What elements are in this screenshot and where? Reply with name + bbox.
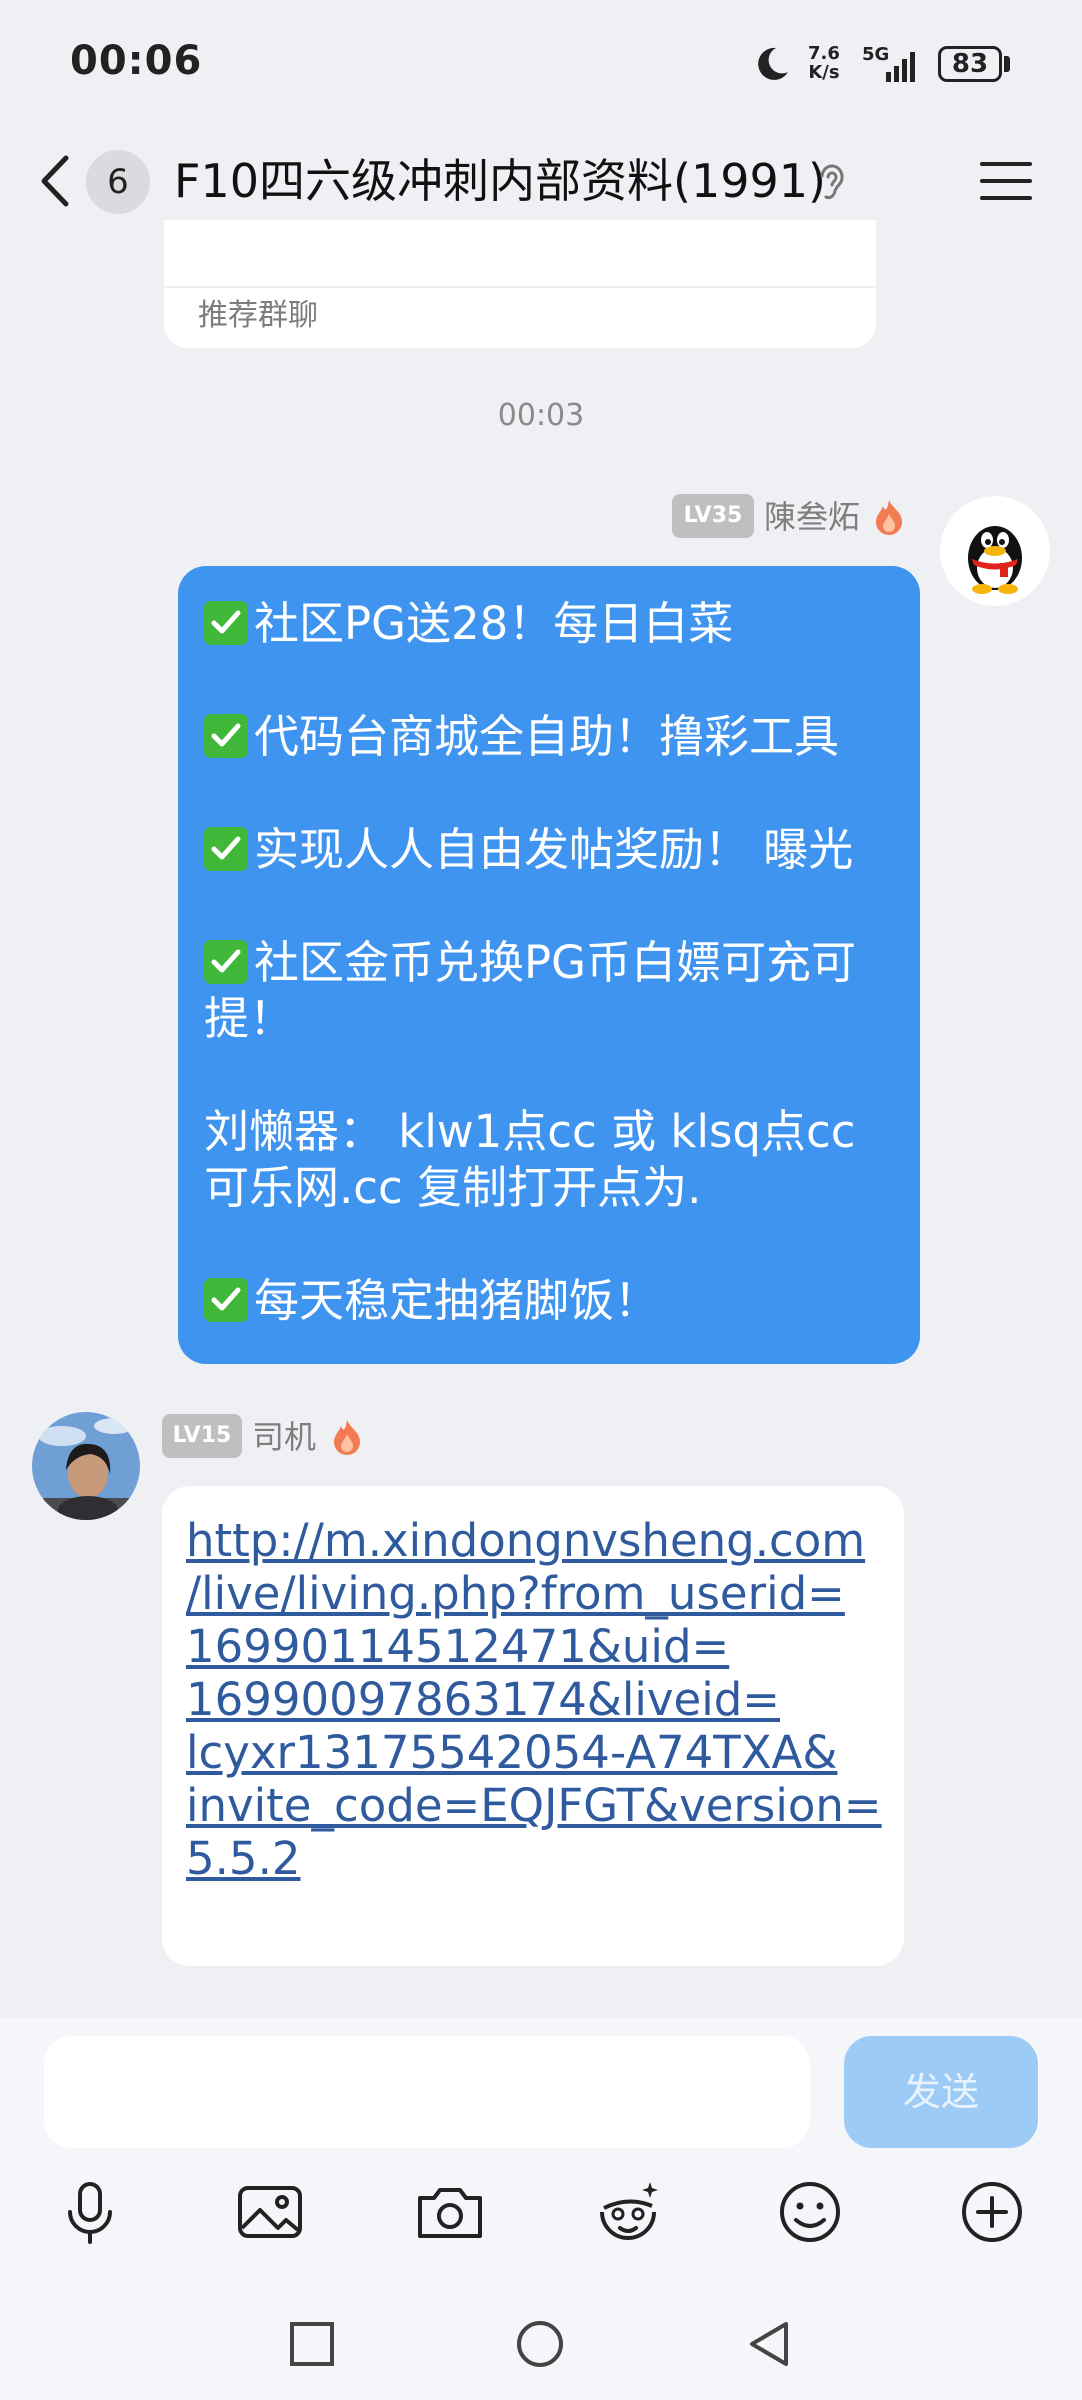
message-line: 可乐网.cc 复制打开点为. — [204, 1161, 702, 1214]
message-line: 刘懒器： klw1点cc 或 klsq点cc — [204, 1105, 856, 1158]
microphone-icon[interactable] — [54, 2176, 126, 2248]
message-text: 实现人人自由发帖奖励！ 曝光 — [254, 823, 854, 876]
level-badge: LV35 — [672, 494, 754, 538]
net-speed-value: 7.6 — [808, 43, 840, 64]
link-line[interactable]: 16990114512471&uid= — [186, 1620, 882, 1673]
message-line: 社区金币兑换PG币白嫖可充可 — [204, 935, 896, 991]
avatar[interactable] — [32, 1412, 140, 1520]
home-icon[interactable] — [512, 2316, 568, 2372]
sender-name[interactable]: 司机 — [252, 1416, 316, 1458]
status-time: 00:06 — [70, 38, 203, 84]
network-speed: 7.6 K/s — [808, 44, 840, 82]
fire-icon — [876, 500, 902, 535]
net-speed-unit: K/s — [808, 62, 840, 83]
link-line[interactable]: /live/living.php?from_userid= — [186, 1567, 882, 1620]
message-input[interactable] — [44, 2036, 810, 2148]
profile-photo — [32, 1412, 140, 1520]
link-line[interactable]: invite_code=EQJFGT&version= — [186, 1779, 882, 1832]
link-line[interactable]: 5.5.2 — [186, 1832, 882, 1885]
check-mark-icon — [204, 601, 248, 645]
unread-count-badge[interactable]: 6 — [86, 150, 150, 214]
chat-title[interactable]: F10四六级冲刺内部资料(1991) — [174, 150, 826, 212]
menu-icon[interactable] — [978, 158, 1034, 204]
link-line[interactable]: http://m.xindongnvsheng.com — [186, 1514, 882, 1567]
fire-icon — [334, 1420, 360, 1455]
back-nav-icon[interactable] — [742, 2316, 798, 2372]
ear-icon[interactable] — [812, 160, 852, 204]
message-text: 代码台商城全自助！撸彩工具 — [254, 710, 840, 763]
moon-icon — [758, 47, 788, 80]
recommended-group-label: 推荐群聊 — [198, 298, 318, 333]
link-line[interactable]: lcyxr13175542054-A74TXA& — [186, 1726, 882, 1779]
check-mark-icon — [204, 827, 248, 871]
sender-name[interactable]: 陳叁炻 — [764, 496, 860, 538]
qq-penguin-icon — [968, 526, 1022, 594]
level-badge: LV15 — [162, 1414, 242, 1458]
message-line: 每天稳定抽猪脚饭！ — [204, 1273, 896, 1329]
card-divider — [164, 286, 876, 288]
sticker-icon[interactable] — [592, 2176, 664, 2248]
message-text: 社区PG送28！每日白菜 — [254, 597, 734, 650]
emoji-icon[interactable] — [774, 2176, 846, 2248]
message-bubble[interactable]: http://m.xindongnvsheng.com /live/living… — [162, 1486, 904, 1966]
send-button[interactable]: 发送 — [844, 2036, 1038, 2148]
camera-icon[interactable] — [414, 2176, 486, 2248]
back-icon[interactable] — [36, 150, 76, 212]
message-timestamp: 00:03 — [497, 398, 585, 433]
message-line: 代码台商城全自助！撸彩工具 — [204, 709, 896, 765]
message-line: 实现人人自由发帖奖励！ 曝光 — [204, 822, 896, 878]
message-line: 提！ — [204, 992, 295, 1045]
check-mark-icon — [204, 714, 248, 758]
message-line: 社区PG送28！每日白菜 — [204, 596, 896, 652]
message-bubble[interactable]: 社区PG送28！每日白菜 代码台商城全自助！撸彩工具 实现人人自由发帖奖励！ 曝… — [178, 566, 920, 1364]
battery-tip — [1004, 56, 1010, 72]
avatar[interactable] — [940, 496, 1050, 606]
signal-icon — [886, 52, 915, 82]
image-icon[interactable] — [234, 2176, 306, 2248]
battery-indicator: 83 — [938, 46, 1002, 82]
plus-icon[interactable] — [956, 2176, 1028, 2248]
message-text: 每天稳定抽猪脚饭！ — [254, 1274, 660, 1327]
recent-apps-icon[interactable] — [284, 2316, 340, 2372]
link-line[interactable]: 16990097863174&liveid= — [186, 1673, 882, 1726]
message-text: 社区金币兑换PG币白嫖可充可 — [254, 936, 857, 989]
check-mark-icon — [204, 940, 248, 984]
check-mark-icon — [204, 1278, 248, 1322]
